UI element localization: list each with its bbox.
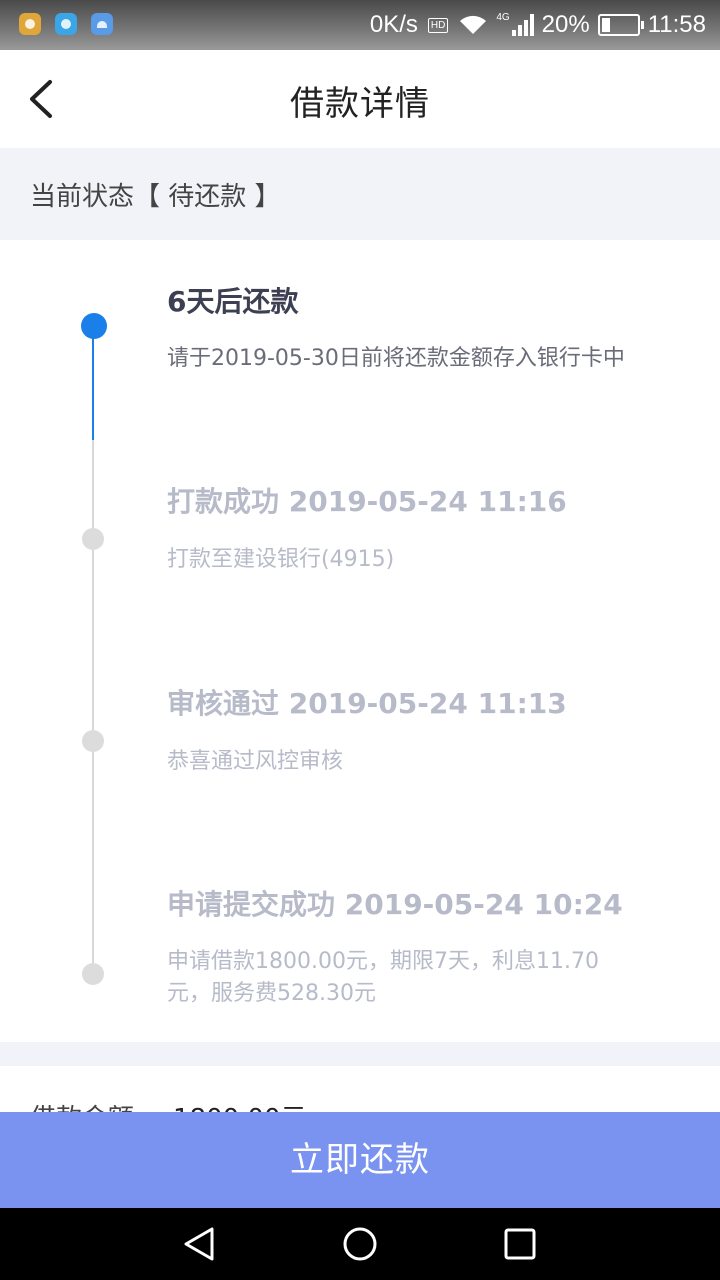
section-divider <box>0 1042 720 1066</box>
status-bar: 0K/s HD 4G 20% 11:58 <box>0 0 720 50</box>
status-bar-right: 0K/s HD 4G 20% 11:58 <box>370 9 706 41</box>
timeline: 6天后还款 请于2019-05-30日前将还款金额存入银行卡中 打款成功 201… <box>0 240 720 1042</box>
repay-now-button[interactable]: 立即还款 <box>0 1112 720 1208</box>
chat-notification-icon <box>55 13 77 35</box>
status-strip: 当前状态【 待还款 】 <box>0 148 720 240</box>
hd-icon: HD <box>427 17 449 33</box>
wifi-icon <box>460 15 487 34</box>
clock: 11:58 <box>647 11 706 38</box>
nav-back-icon[interactable] <box>182 1226 218 1262</box>
header: 借款详情 <box>0 50 720 148</box>
timeline-desc: 申请借款1800.00元，期限7天，利息11.70元，服务费528.30元 <box>167 949 599 1006</box>
battery-icon <box>597 14 644 36</box>
timeline-desc: 恭喜通过风控审核 <box>167 749 344 774</box>
timeline-dot <box>82 963 104 985</box>
timeline-dot <box>82 528 104 550</box>
timeline-title: 6天后还款 <box>167 285 299 318</box>
timeline-title: 申请提交成功 2019-05-24 10:24 <box>167 888 623 921</box>
timeline-dot-active <box>81 313 107 339</box>
timeline-title: 审核通过 2019-05-24 11:13 <box>167 687 567 720</box>
timeline-desc: 打款至建设银行(4915) <box>167 547 395 572</box>
navigation-bar <box>0 1208 720 1280</box>
battery-percent: 20% <box>541 11 590 38</box>
current-status: 当前状态【 待还款 】 <box>30 182 281 212</box>
page-title: 借款详情 <box>290 84 430 124</box>
network-type: 4G <box>496 11 510 23</box>
nav-recents-icon[interactable] <box>502 1226 538 1262</box>
network-speed: 0K/s <box>369 11 418 38</box>
timeline-progress <box>92 326 94 440</box>
timeline-desc: 请于2019-05-30日前将还款金额存入银行卡中 <box>167 346 625 371</box>
nav-home-icon[interactable] <box>342 1226 378 1262</box>
signal-icon <box>511 14 536 36</box>
app-notification-icon <box>19 13 41 35</box>
wifi-app-notification-icon <box>91 13 113 35</box>
timeline-title: 打款成功 2019-05-24 11:16 <box>167 485 567 518</box>
timeline-dot <box>82 730 104 752</box>
